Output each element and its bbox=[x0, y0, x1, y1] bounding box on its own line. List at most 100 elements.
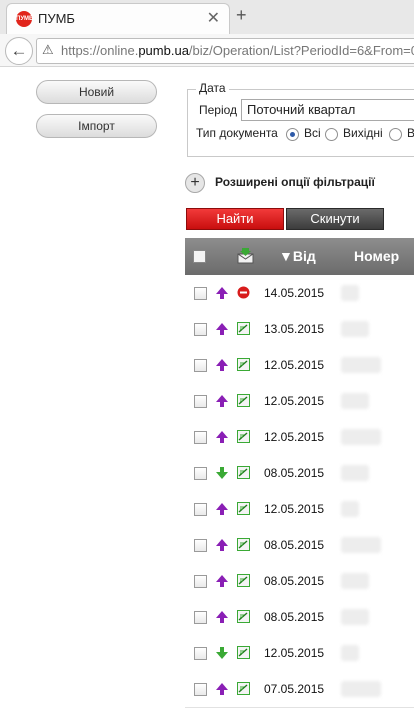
signed-document-icon bbox=[237, 466, 250, 479]
table-row[interactable]: 12.05.2015 bbox=[185, 491, 414, 528]
row-date: 12.05.2015 bbox=[264, 358, 325, 372]
column-header-from[interactable]: ▼Від bbox=[279, 248, 316, 264]
reset-button[interactable]: Скинути bbox=[286, 208, 384, 230]
row-number-redacted bbox=[341, 321, 369, 337]
table-row[interactable]: 12.05.2015 bbox=[185, 347, 414, 384]
row-checkbox[interactable] bbox=[194, 359, 207, 372]
address-bar: ← ⚠ https://online.pumb.ua/biz/Operation… bbox=[0, 34, 414, 67]
table-row[interactable]: 12.05.2015 bbox=[185, 635, 414, 672]
signed-document-icon bbox=[237, 574, 250, 587]
browser-tab-bar: ПУМБ ПУМБ ✕ + bbox=[0, 0, 414, 35]
arrow-up-icon bbox=[215, 610, 229, 624]
row-date: 12.05.2015 bbox=[264, 646, 325, 660]
row-number-redacted bbox=[341, 501, 359, 517]
signed-document-icon bbox=[237, 538, 250, 551]
arrow-up-icon bbox=[215, 538, 229, 552]
advanced-filter-toggle[interactable]: Розширені опції фільтрації bbox=[215, 175, 375, 189]
select-all-checkbox[interactable] bbox=[193, 250, 206, 263]
row-number-redacted bbox=[341, 573, 369, 589]
doc-type-all-label: Всі bbox=[304, 126, 321, 140]
row-number-redacted bbox=[341, 681, 381, 697]
rejected-status-icon bbox=[237, 286, 250, 299]
doc-type-outgoing-label: Вихідні bbox=[343, 126, 383, 140]
row-checkbox[interactable] bbox=[194, 647, 207, 660]
signed-document-icon bbox=[237, 646, 250, 659]
period-select-value: Поточний квартал bbox=[247, 102, 356, 117]
signed-document-icon bbox=[237, 394, 250, 407]
signed-document-icon bbox=[237, 682, 250, 695]
arrow-up-icon bbox=[215, 322, 229, 336]
signed-document-icon bbox=[237, 430, 250, 443]
row-checkbox[interactable] bbox=[194, 683, 207, 696]
pumb-logo-icon: ПУМБ bbox=[16, 11, 33, 27]
signed-document-icon bbox=[237, 322, 250, 335]
date-filter-legend: Дата bbox=[196, 81, 229, 95]
row-number-redacted bbox=[341, 429, 381, 445]
row-date: 13.05.2015 bbox=[264, 322, 325, 336]
table-header: ▼Від Номер bbox=[185, 238, 414, 275]
arrow-up-icon bbox=[215, 502, 229, 516]
import-button[interactable]: Імпорт bbox=[36, 114, 157, 138]
row-checkbox[interactable] bbox=[194, 467, 207, 480]
table-row[interactable]: 08.05.2015 bbox=[185, 455, 414, 492]
back-arrow-icon[interactable]: ← bbox=[5, 37, 33, 65]
row-date: 08.05.2015 bbox=[264, 466, 325, 480]
close-icon[interactable]: ✕ bbox=[207, 8, 220, 28]
row-number-redacted bbox=[341, 465, 369, 481]
doc-type-incoming-label: В bbox=[407, 126, 414, 140]
arrow-down-icon bbox=[215, 466, 229, 480]
url-input[interactable]: ⚠ https://online.pumb.ua/biz/Operation/L… bbox=[36, 38, 414, 64]
row-date: 12.05.2015 bbox=[264, 394, 325, 408]
table-row[interactable]: 08.05.2015 bbox=[185, 527, 414, 564]
signed-document-icon bbox=[237, 610, 250, 623]
row-date: 08.05.2015 bbox=[264, 574, 325, 588]
doc-type-label: Тип документа bbox=[196, 126, 278, 140]
doc-type-radio-outgoing[interactable] bbox=[325, 128, 338, 141]
arrow-up-icon bbox=[215, 358, 229, 372]
arrow-up-icon bbox=[215, 394, 229, 408]
table-row[interactable]: 12.05.2015 bbox=[185, 383, 414, 420]
row-checkbox[interactable] bbox=[194, 503, 207, 516]
doc-type-radio-incoming[interactable] bbox=[389, 128, 402, 141]
table-row[interactable]: 12.05.2015 bbox=[185, 419, 414, 456]
row-date: 08.05.2015 bbox=[264, 538, 325, 552]
row-date: 08.05.2015 bbox=[264, 610, 325, 624]
expand-plus-icon[interactable]: + bbox=[185, 173, 205, 193]
arrow-up-icon bbox=[215, 430, 229, 444]
row-checkbox[interactable] bbox=[194, 575, 207, 588]
row-checkbox[interactable] bbox=[194, 323, 207, 336]
export-icon[interactable] bbox=[237, 247, 254, 264]
warning-icon: ⚠ bbox=[42, 42, 54, 57]
row-checkbox[interactable] bbox=[194, 539, 207, 552]
row-checkbox[interactable] bbox=[194, 611, 207, 624]
table-row[interactable]: 08.05.2015 bbox=[185, 599, 414, 636]
browser-tab[interactable]: ПУМБ ПУМБ ✕ bbox=[6, 3, 230, 35]
row-checkbox[interactable] bbox=[194, 395, 207, 408]
period-select[interactable]: Поточний квартал bbox=[241, 99, 414, 121]
row-date: 12.05.2015 bbox=[264, 502, 325, 516]
table-row[interactable]: 08.05.2015 bbox=[185, 563, 414, 600]
new-document-button[interactable]: Новий bbox=[36, 80, 157, 104]
row-checkbox[interactable] bbox=[194, 431, 207, 444]
signed-document-icon bbox=[237, 358, 250, 371]
arrow-up-icon bbox=[215, 574, 229, 588]
url-text: https://online.pumb.ua/biz/Operation/Lis… bbox=[61, 43, 414, 58]
signed-document-icon bbox=[237, 502, 250, 515]
table-row[interactable]: 07.05.2015 bbox=[185, 671, 414, 708]
new-tab-plus-icon[interactable]: + bbox=[236, 5, 247, 26]
row-date: 12.05.2015 bbox=[264, 430, 325, 444]
arrow-up-icon bbox=[215, 286, 229, 300]
row-number-redacted bbox=[341, 393, 369, 409]
doc-type-radio-all[interactable] bbox=[286, 128, 299, 141]
row-number-redacted bbox=[341, 285, 359, 301]
table-row[interactable]: 13.05.2015 bbox=[185, 311, 414, 348]
arrow-down-icon bbox=[215, 646, 229, 660]
find-button[interactable]: Найти bbox=[186, 208, 284, 230]
row-number-redacted bbox=[341, 357, 381, 373]
row-date: 07.05.2015 bbox=[264, 682, 325, 696]
row-number-redacted bbox=[341, 537, 381, 553]
table-row[interactable]: 14.05.2015 bbox=[185, 275, 414, 312]
row-checkbox[interactable] bbox=[194, 287, 207, 300]
row-number-redacted bbox=[341, 645, 359, 661]
column-header-number[interactable]: Номер bbox=[354, 248, 399, 264]
